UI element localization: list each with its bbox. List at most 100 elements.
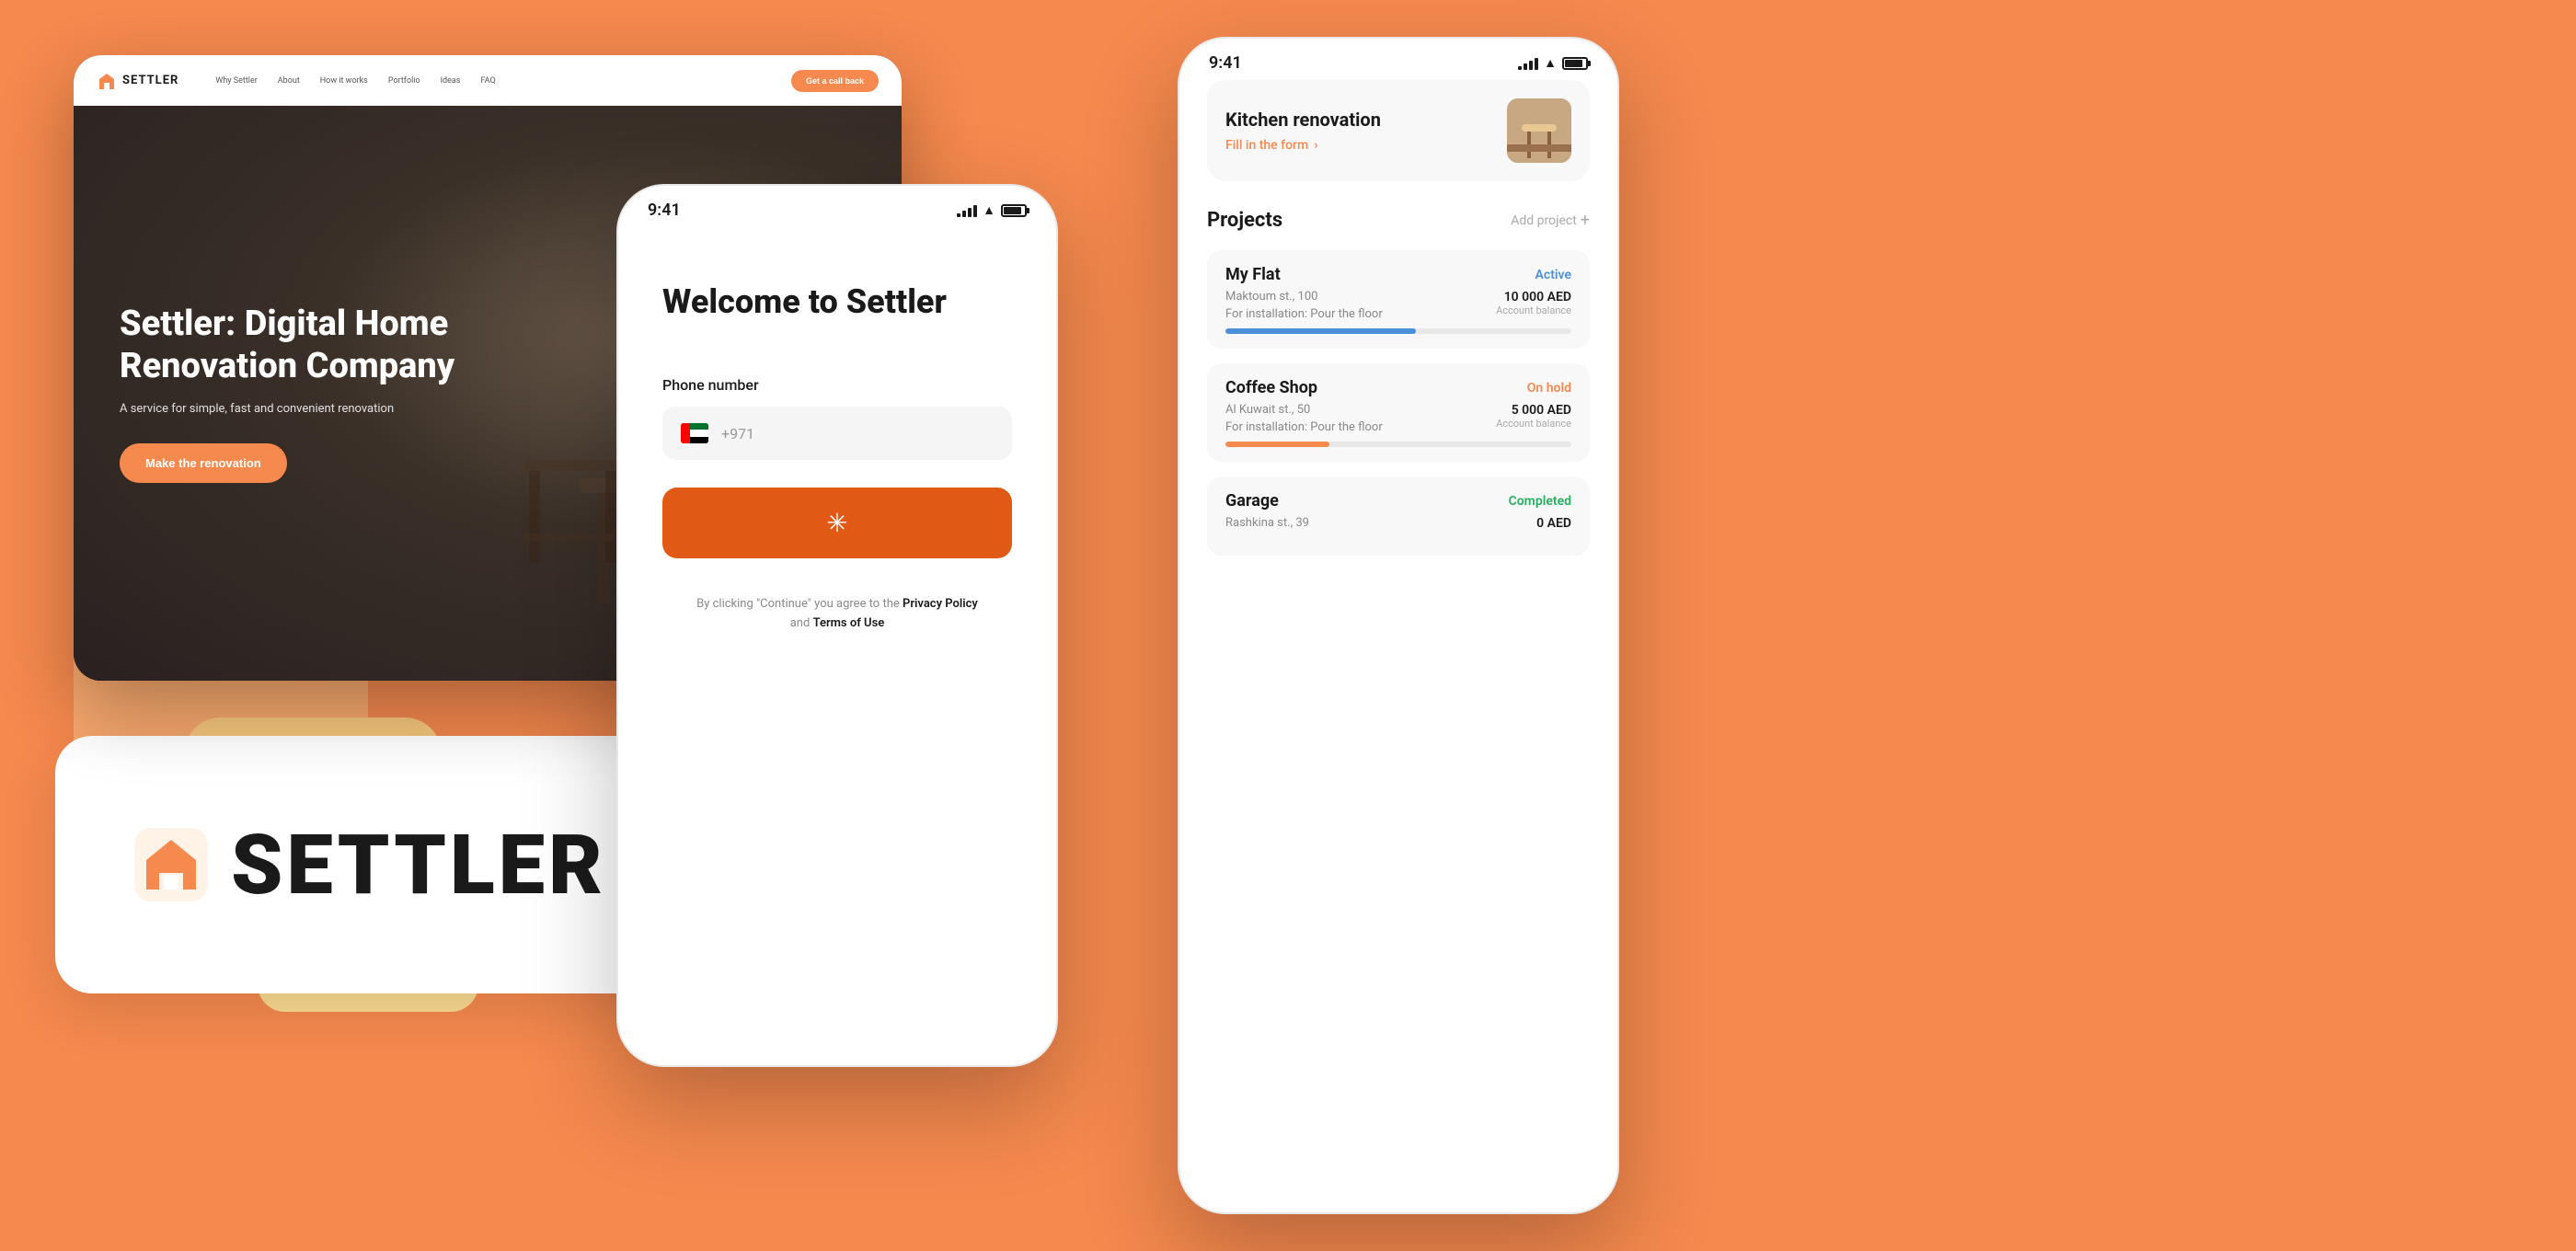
project-flat-balance-row: Maktoum st., 100 For installation: Pour … [1225,290,1571,321]
projects-time: 9:41 [1209,53,1242,73]
project-item-coffee[interactable]: Coffee Shop On hold Al Kuwait st., 50 Fo… [1207,363,1590,462]
login-time: 9:41 [648,201,681,220]
terms-text: By clicking "Continue" you agree to the … [662,595,1012,634]
project-garage-address: Rashkina st., 39 [1225,516,1309,530]
mobile-login-screen: 9:41 ▲ Welcome to Settler Phone number [616,184,1058,1067]
fill-form-text: Fill in the form [1225,138,1308,153]
project-coffee-address: Al Kuwait st., 50 [1225,403,1383,417]
battery-fill [1004,207,1021,214]
project-coffee-header: Coffee Shop On hold [1225,378,1571,397]
project-item-garage[interactable]: Garage Completed Rashkina st., 39 0 AED [1207,476,1590,556]
project-flat-balance: 10 000 AED [1496,290,1571,304]
phone-code: +971 [721,425,754,442]
project-flat-address-task: Maktoum st., 100 For installation: Pour … [1225,290,1383,321]
kitchen-card-image [1507,98,1571,163]
kitchen-card-left: Kitchen renovation Fill in the form › [1225,109,1381,153]
project-garage-balance-row: Rashkina st., 39 0 AED [1225,516,1571,534]
project-coffee-status: On hold [1527,381,1571,396]
project-flat-task: For installation: Pour the floor [1225,307,1383,321]
plus-icon: + [1581,211,1590,230]
project-flat-balance-info: 10 000 AED Account balance [1496,290,1571,321]
nav-portfolio[interactable]: Portfolio [388,76,420,86]
website-navbar: SETTLER Why Settler About How it works P… [74,55,902,106]
project-flat-address: Maktoum st., 100 [1225,290,1383,304]
battery-icon [1001,204,1027,217]
projects-wifi-icon: ▲ [1544,55,1557,71]
privacy-policy-link[interactable]: Privacy Policy [903,597,978,611]
project-garage-header: Garage Completed [1225,491,1571,511]
signal-bar-4 [973,205,977,217]
project-garage-balance-info: 0 AED [1536,516,1571,534]
phone-label: Phone number [662,376,759,394]
signal-bars-icon [957,204,977,217]
project-flat-status: Active [1535,268,1571,282]
project-coffee-balance-info: 5 000 AED Account balance [1496,403,1571,434]
nav-about[interactable]: About [278,76,300,86]
kitchen-illustration [1507,98,1571,163]
chevron-right-icon: › [1314,138,1317,153]
house-icon [130,823,213,906]
projects-content: Kitchen renovation Fill in the form › [1179,80,1617,556]
flag-uae-icon [681,423,708,443]
nav-ideas[interactable]: Ideas [441,76,461,86]
login-status-icons: ▲ [957,202,1027,218]
project-coffee-address-task: Al Kuwait st., 50 For installation: Pour… [1225,403,1383,434]
project-coffee-task: For installation: Pour the floor [1225,420,1383,434]
nav-faq[interactable]: FAQ [480,76,495,86]
website-nav-links: Why Settler About How it works Portfolio… [215,76,773,86]
terms-of-use-link[interactable]: Terms of Use [813,616,885,630]
signal-bar-1 [957,213,960,217]
project-coffee-progress-row [1225,442,1571,447]
kitchen-card-title: Kitchen renovation [1225,109,1381,131]
project-coffee-name: Coffee Shop [1225,378,1317,397]
project-flat-progress-track [1225,328,1571,334]
website-logo-label: SETTLER [122,74,178,87]
website-logo: SETTLER [97,71,178,91]
hero-subtitle: A service for simple, fast and convenien… [120,402,856,416]
spinner-icon: ✳ [826,508,847,538]
website-logo-icon [97,71,117,91]
project-flat-header: My Flat Active [1225,265,1571,284]
nav-how-it-works[interactable]: How it works [320,76,368,86]
project-flat-balance-label: Account balance [1496,304,1571,316]
project-flat-progress-row [1225,328,1571,334]
project-coffee-progress-fill [1225,442,1329,447]
projects-section-title: Projects [1207,209,1282,232]
projects-status-icons: ▲ [1518,55,1588,71]
nav-why-settler[interactable]: Why Settler [215,76,257,86]
project-flat-progress-fill [1225,328,1416,334]
login-status-bar: 9:41 ▲ [618,186,1056,227]
project-item-flat[interactable]: My Flat Active Maktoum st., 100 For inst… [1207,250,1590,349]
hero-cta-button[interactable]: Make the renovation [120,443,287,483]
login-content: Welcome to Settler Phone number +971 ✳ B… [618,227,1056,671]
terms-prefix: By clicking "Continue" you agree to the [696,597,900,611]
project-coffee-balance-row: Al Kuwait st., 50 For installation: Pour… [1225,403,1571,434]
wifi-icon: ▲ [983,202,995,218]
project-coffee-progress-track [1225,442,1571,447]
projects-status-bar: 9:41 ▲ [1179,39,1617,80]
projects-header: Projects Add project + [1207,209,1590,232]
welcome-title: Welcome to Settler [662,282,947,321]
continue-button[interactable]: ✳ [662,488,1012,558]
add-project-button[interactable]: Add project + [1511,211,1590,230]
projects-signal-icon [1518,57,1538,70]
project-coffee-balance: 5 000 AED [1496,403,1571,418]
kitchen-card[interactable]: Kitchen renovation Fill in the form › [1207,80,1590,181]
terms-and: and [790,616,811,630]
logo-text: SETTLER [231,817,606,913]
kitchen-card-action[interactable]: Fill in the form › [1225,138,1381,153]
project-garage-status: Completed [1509,494,1571,509]
hero-title: Settler: Digital Home Renovation Company [120,304,534,387]
signal-bar-3 [968,208,972,217]
project-garage-name: Garage [1225,491,1279,511]
mobile-projects-screen: 9:41 ▲ Kitchen renovation Fill in the fo… [1178,37,1619,1214]
signal-bar-2 [962,211,966,217]
project-flat-name: My Flat [1225,265,1281,284]
add-project-label: Add project [1511,213,1577,228]
project-coffee-balance-label: Account balance [1496,418,1571,430]
project-garage-address-task: Rashkina st., 39 [1225,516,1309,534]
projects-battery-icon [1562,57,1588,70]
website-cta-button[interactable]: Get a call back [791,70,879,92]
logo-card: SETTLER [55,736,681,993]
project-garage-balance: 0 AED [1536,516,1571,531]
